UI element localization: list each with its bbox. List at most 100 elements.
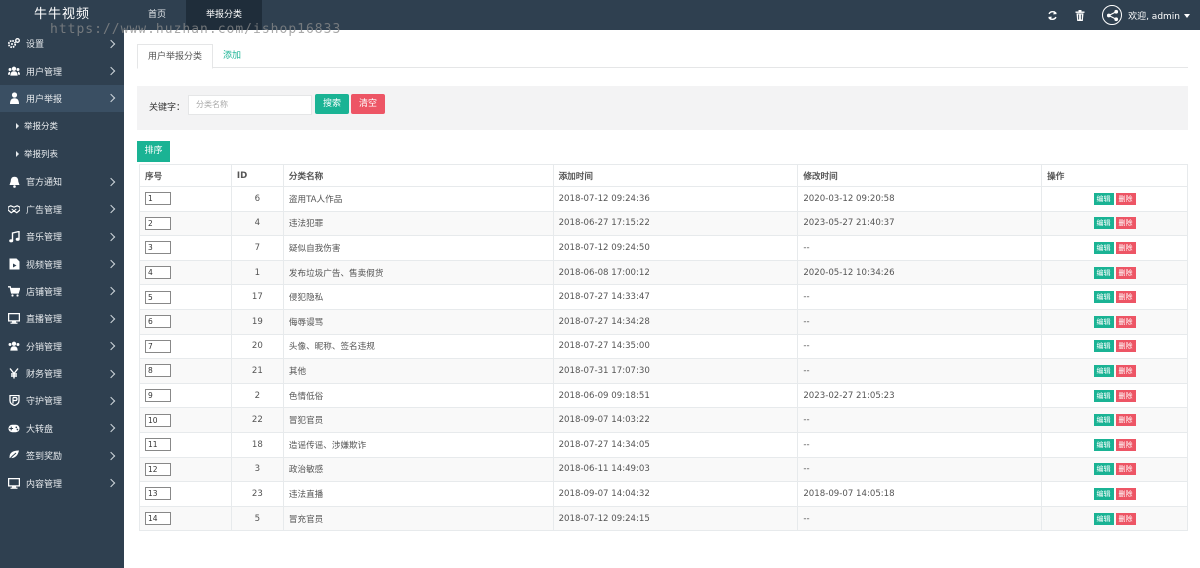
clear-button[interactable]: 清空	[351, 94, 385, 114]
order-input[interactable]: 10	[145, 413, 171, 427]
sidebar-item-users[interactable]: 用户管理	[0, 57, 124, 84]
order-input[interactable]: 1	[145, 192, 171, 206]
delete-button[interactable]: 删除	[1115, 241, 1136, 254]
edit-button[interactable]: 编辑	[1093, 217, 1114, 230]
modified-cell: 2020-03-12 09:20:58	[797, 186, 1043, 212]
order-input[interactable]: 11	[145, 438, 171, 452]
added-cell: 2018-07-31 17:07:30	[552, 358, 799, 384]
table-row: 6 19 侮辱谩骂 2018-07-27 14:34:28 -- 编辑 删除	[139, 308, 1188, 335]
delete-button[interactable]: 删除	[1115, 291, 1136, 304]
col-order: 序号	[139, 164, 232, 187]
refresh-icon[interactable]	[1046, 9, 1058, 21]
sidebar-item-distribution[interactable]: 分销管理	[0, 333, 124, 360]
tab-add[interactable]: 添加	[213, 44, 251, 68]
avatar-icon[interactable]	[1102, 5, 1123, 25]
col-actions: 操作	[1041, 164, 1188, 187]
order-input[interactable]: 5	[145, 290, 171, 304]
trash-icon[interactable]	[1074, 9, 1086, 21]
delete-button[interactable]: 删除	[1115, 315, 1136, 328]
edit-button[interactable]: 编辑	[1093, 512, 1114, 525]
order-input[interactable]: 2	[145, 216, 171, 230]
name-cell: 违法犯罪	[282, 210, 554, 237]
order-input[interactable]: 14	[145, 512, 171, 526]
user-menu[interactable]: 欢迎, admin	[1128, 9, 1190, 22]
order-input[interactable]: 12	[145, 462, 171, 476]
actions-cell: 编辑 删除	[1041, 358, 1188, 384]
actions-cell: 编辑 删除	[1041, 456, 1188, 483]
edit-button[interactable]: 编辑	[1093, 266, 1114, 279]
sidebar-item-finance[interactable]: 财务管理	[0, 360, 124, 387]
table-row: 14 5 冒充官员 2018-07-12 09:24:15 -- 编辑 删除	[139, 505, 1188, 532]
delete-button[interactable]: 删除	[1115, 192, 1136, 205]
order-input[interactable]: 6	[145, 315, 171, 329]
delete-button[interactable]: 删除	[1115, 463, 1136, 476]
actions-cell: 编辑 删除	[1041, 333, 1188, 360]
table-row: 4 1 发布垃圾广告、售卖假货 2018-06-08 17:00:12 2020-05-…	[139, 259, 1188, 286]
delete-button[interactable]: 删除	[1115, 438, 1136, 451]
keyword-input[interactable]: 分类名称	[188, 95, 312, 115]
delete-button[interactable]: 删除	[1115, 487, 1136, 500]
sidebar-item-label: 守护管理	[26, 397, 63, 408]
id-cell: 5	[230, 505, 284, 532]
name-cell: 造谣传谣、涉嫌欺诈	[282, 431, 554, 458]
sidebar-item-notices[interactable]: 官方通知	[0, 168, 124, 195]
edit-button[interactable]: 编辑	[1093, 438, 1114, 451]
order-input[interactable]: 13	[145, 487, 171, 501]
order-input[interactable]: 7	[145, 339, 171, 353]
delete-button[interactable]: 删除	[1115, 512, 1136, 525]
order-input[interactable]: 8	[145, 364, 171, 378]
sidebar-item-ads[interactable]: 广告管理	[0, 196, 124, 223]
sidebar-item-checkin[interactable]: 签到奖励	[0, 442, 124, 469]
name-cell: 冒犯官员	[282, 407, 554, 433]
edit-button[interactable]: 编辑	[1093, 340, 1114, 353]
users-icon	[8, 65, 20, 77]
delete-button[interactable]: 删除	[1115, 414, 1136, 427]
delete-button[interactable]: 删除	[1115, 266, 1136, 279]
user-report-icon	[8, 92, 20, 105]
delete-button[interactable]: 删除	[1115, 389, 1136, 402]
edit-button[interactable]: 编辑	[1093, 487, 1114, 500]
edit-button[interactable]: 编辑	[1093, 463, 1114, 476]
table-row: 10 22 冒犯官员 2018-09-07 14:03:22 -- 编辑 删除	[139, 407, 1188, 433]
table-row: 5 17 侵犯隐私 2018-07-27 14:33:47 -- 编辑 删除	[139, 284, 1188, 310]
sidebar-item-label: 音乐管理	[26, 233, 63, 244]
chevron-right-icon	[106, 232, 116, 241]
edit-button[interactable]: 编辑	[1093, 291, 1114, 304]
sidebar-item-wheel[interactable]: 大转盘	[0, 415, 124, 442]
order-cell: 12	[139, 456, 232, 483]
edit-button[interactable]: 编辑	[1093, 315, 1114, 328]
top-right-tools: 欢迎, admin	[1030, 0, 1190, 30]
col-modified: 修改时间	[797, 164, 1043, 187]
order-input[interactable]: 3	[145, 241, 171, 255]
delete-button[interactable]: 删除	[1115, 340, 1136, 353]
chevron-right-icon	[106, 39, 116, 48]
handshake-icon	[8, 203, 20, 215]
table-header-row: 序号 ID 分类名称 添加时间 修改时间 操作	[139, 164, 1188, 187]
delete-button[interactable]: 删除	[1115, 217, 1136, 230]
edit-button[interactable]: 编辑	[1093, 364, 1114, 377]
sidebar-subitem-report-category[interactable]: 举报分类	[0, 112, 124, 140]
sidebar-item-live[interactable]: 直播管理	[0, 305, 124, 332]
edit-button[interactable]: 编辑	[1093, 192, 1114, 205]
tab-report-category[interactable]: 用户举报分类	[137, 44, 214, 69]
edit-button[interactable]: 编辑	[1093, 414, 1114, 427]
order-input[interactable]: 9	[145, 389, 171, 403]
leaf-icon	[8, 450, 20, 462]
name-cell: 色情低俗	[282, 382, 554, 409]
sidebar-item-music[interactable]: 音乐管理	[0, 223, 124, 250]
gears-icon	[8, 38, 20, 50]
edit-button[interactable]: 编辑	[1093, 241, 1114, 254]
delete-button[interactable]: 删除	[1115, 364, 1136, 377]
sort-button[interactable]: 排序	[137, 141, 170, 162]
search-button[interactable]: 搜索	[315, 94, 349, 114]
chevron-right-icon	[106, 369, 116, 378]
sidebar-subitem-report-list[interactable]: 举报列表	[0, 140, 124, 168]
shield-icon	[8, 395, 20, 407]
edit-button[interactable]: 编辑	[1093, 389, 1114, 402]
sidebar-item-content[interactable]: 内容管理	[0, 469, 124, 496]
sidebar-item-videos[interactable]: 视频管理	[0, 250, 124, 277]
order-input[interactable]: 4	[145, 266, 171, 280]
sidebar-item-guard[interactable]: 守护管理	[0, 387, 124, 414]
sidebar-item-user-report[interactable]: 用户举报	[0, 84, 124, 113]
sidebar-item-shops[interactable]: 店铺管理	[0, 278, 124, 305]
